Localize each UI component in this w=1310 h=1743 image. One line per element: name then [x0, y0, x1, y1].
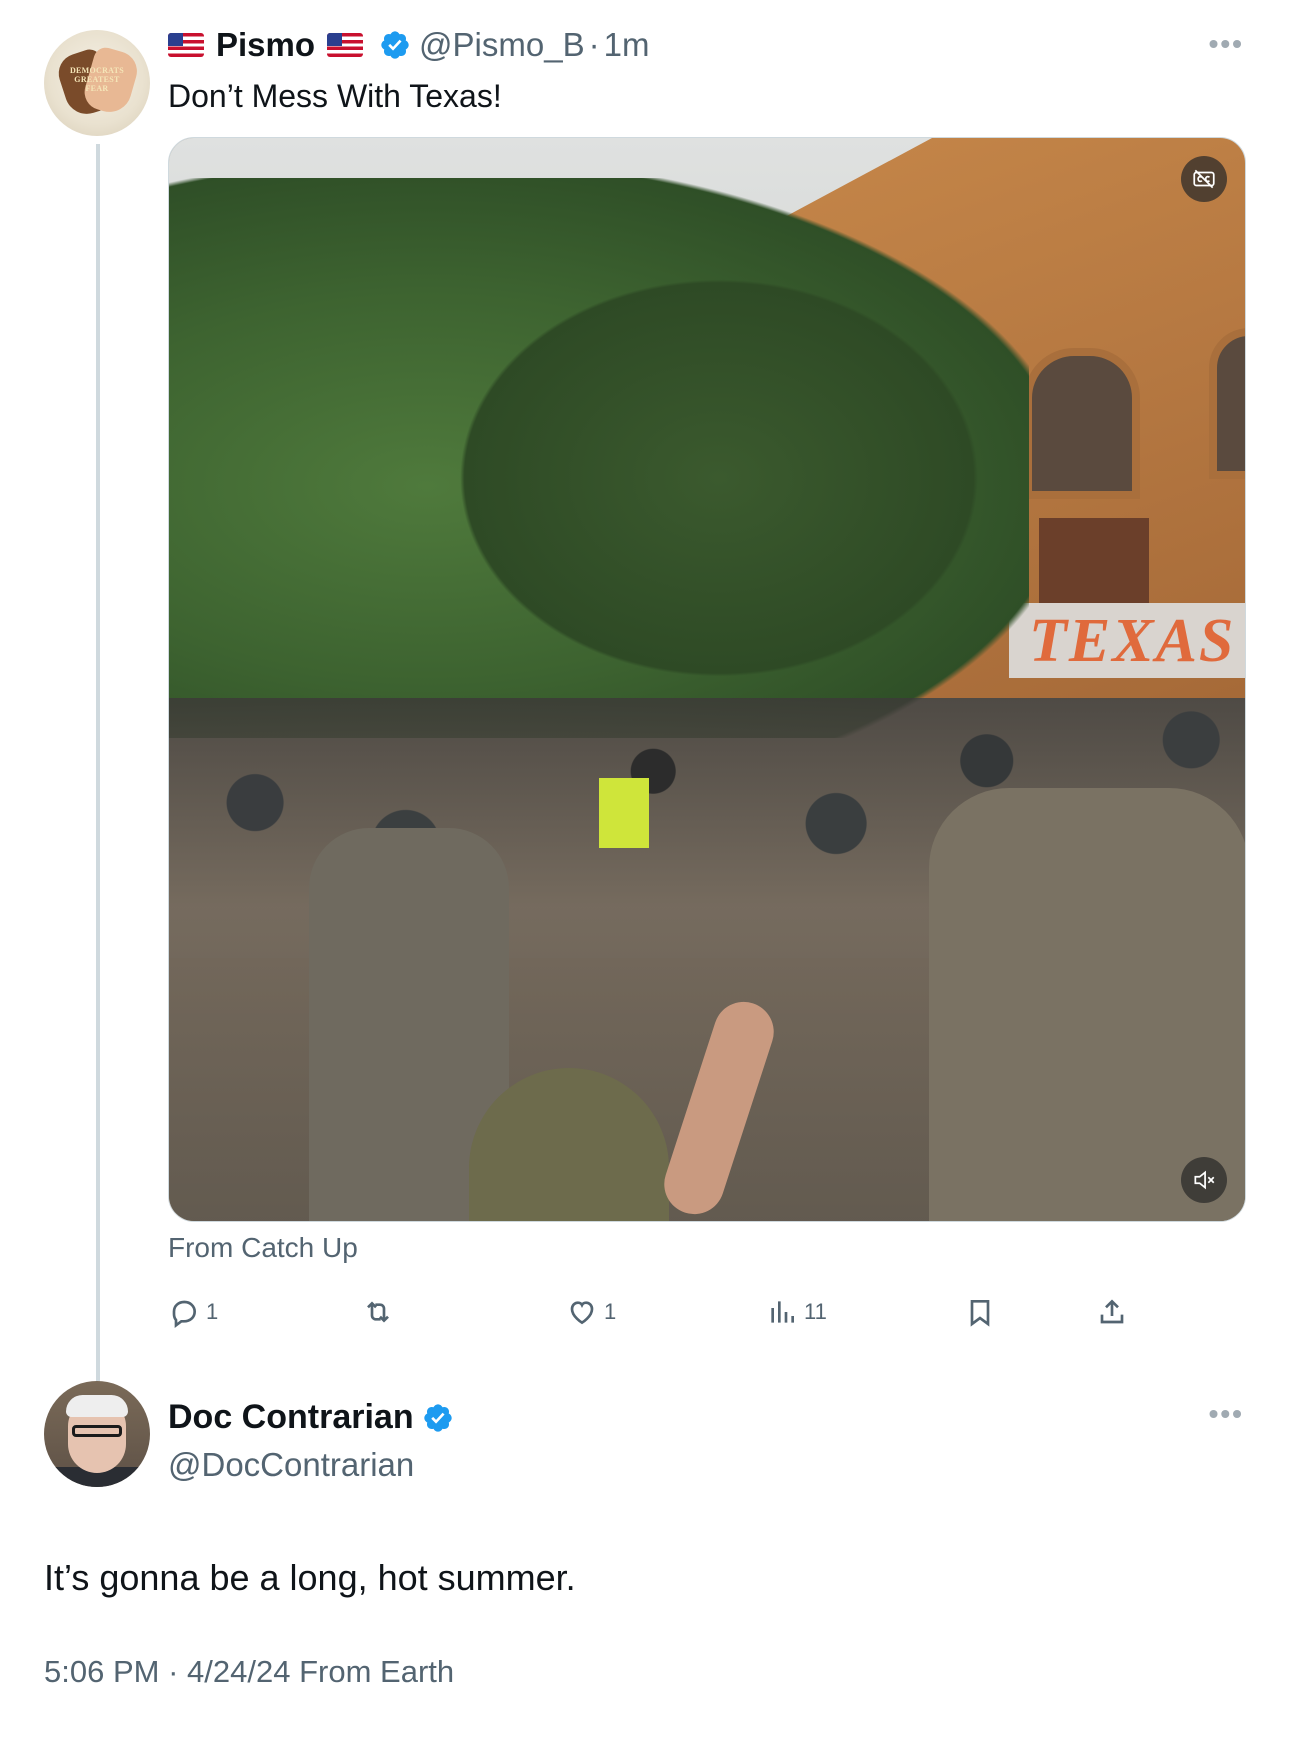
tweet2-meta: 5:06 PM · 4/24/24 From Earth: [44, 1654, 454, 1690]
repost-button[interactable]: [362, 1290, 400, 1334]
us-flag-icon: [327, 33, 364, 57]
tweet2-date[interactable]: 4/24/24: [187, 1654, 290, 1689]
tweet2-time[interactable]: 5:06 PM: [44, 1654, 159, 1689]
tweet2-text: It’s gonna be a long, hot summer.: [44, 1557, 576, 1598]
tweet2-author-row: Doc Contrarian: [168, 1398, 454, 1437]
video-frame-vest: [599, 778, 649, 848]
doccontrarian-avatar[interactable]: [44, 1381, 150, 1487]
tweet1-display-name[interactable]: Pismo: [216, 26, 315, 64]
video-frame-sign-text: TEXAS: [1029, 607, 1236, 675]
avatar-text: DEMOCRATS GREATEST FEAR: [69, 66, 125, 93]
tweet2-source: From Earth: [299, 1654, 455, 1689]
like-count: 1: [604, 1299, 617, 1324]
us-flag-icon: [168, 33, 204, 57]
tweet1-video[interactable]: TEXAS: [168, 137, 1246, 1222]
bookmark-icon: [970, 1300, 990, 1327]
share-icon: [1100, 1299, 1124, 1324]
pismo-avatar[interactable]: DEMOCRATS GREATEST FEAR: [44, 30, 150, 136]
reply-count: 1: [206, 1299, 219, 1324]
thread-connector-line: [96, 144, 100, 1388]
verified-badge-icon: [381, 31, 409, 59]
reply-button[interactable]: 1: [168, 1290, 218, 1334]
muted-volume-icon[interactable]: [1181, 1157, 1227, 1203]
tweet1-handle[interactable]: @Pismo_B: [419, 26, 585, 64]
avatar-hair: [66, 1395, 128, 1417]
tweet2-separator: ·: [168, 1654, 179, 1689]
share-button[interactable]: [1096, 1290, 1128, 1334]
avatar-glasses: [72, 1425, 122, 1437]
tweet2-more-options-icon[interactable]: •••: [1209, 1398, 1244, 1430]
tweet1-text: Don’t Mess With Texas!: [168, 78, 502, 114]
tweet2-display-name[interactable]: Doc Contrarian: [168, 1398, 414, 1437]
tweet1-more-options-icon[interactable]: •••: [1209, 28, 1244, 60]
reply-icon: [172, 1300, 197, 1328]
tweet1-source-line[interactable]: From Catch Up: [168, 1232, 358, 1264]
video-frame-window: [1209, 328, 1245, 479]
bookmark-button[interactable]: [964, 1290, 996, 1334]
video-frame-window: [1024, 348, 1140, 499]
views-count: 11: [804, 1299, 827, 1324]
verified-badge-icon: [423, 1403, 452, 1432]
tweet1-action-bar: 1 1 11: [168, 1290, 1128, 1334]
repost-icon: [367, 1301, 389, 1323]
captions-off-icon[interactable]: [1181, 156, 1227, 202]
tweet2-handle[interactable]: @DocContrarian: [168, 1446, 414, 1484]
tweet1-separator: ·: [588, 26, 600, 63]
video-frame-officer: [929, 788, 1245, 1221]
tweet1-author-row: Pismo @Pismo_B · 1m: [168, 22, 649, 68]
video-frame-trees: [419, 248, 1019, 708]
like-icon: [570, 1301, 594, 1325]
views-button[interactable]: 11: [766, 1290, 827, 1334]
views-icon: [771, 1301, 794, 1323]
like-button[interactable]: 1: [566, 1290, 616, 1334]
tweet1-time[interactable]: 1m: [604, 26, 650, 64]
